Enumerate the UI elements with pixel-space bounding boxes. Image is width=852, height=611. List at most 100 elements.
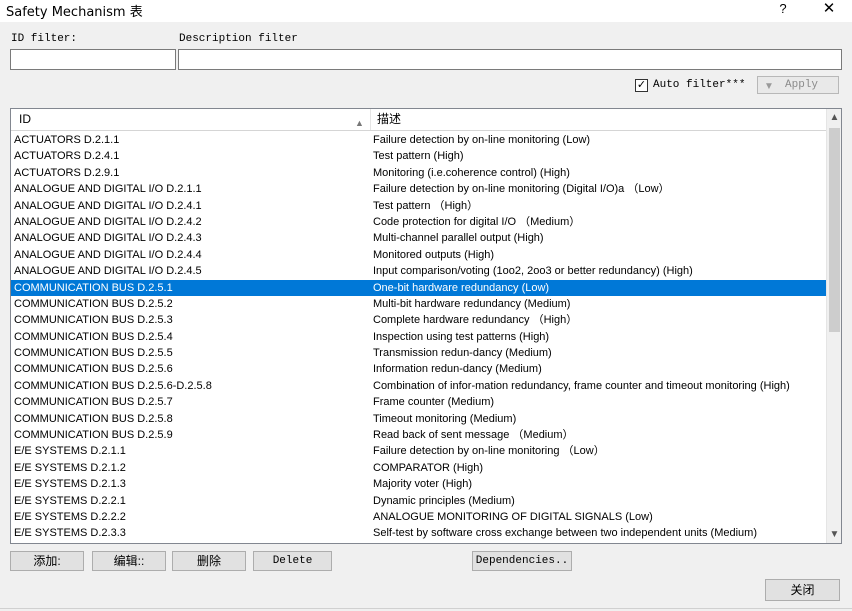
edit-button[interactable]: 编辑::: [92, 551, 166, 571]
table-row[interactable]: COMMUNICATION BUS D.2.5.9 Read back of se…: [11, 427, 826, 443]
scrollbar-thumb[interactable]: [829, 128, 840, 332]
add-button[interactable]: 添加:: [10, 551, 84, 571]
row-description-cell: Self-test by software cross exchange bet…: [373, 527, 757, 540]
table-row[interactable]: COMMUNICATION BUS D.2.5.6 Information red…: [11, 361, 826, 377]
row-id-cell: ACTUATORS D.2.4.1: [14, 150, 120, 163]
column-header-id[interactable]: ID ▲: [11, 109, 371, 130]
row-description-cell: COMPARATOR (High): [373, 461, 484, 474]
help-button[interactable]: ?: [769, 0, 797, 20]
row-description-cell: Combination of infor-mation redundancy, …: [373, 379, 790, 392]
delete-button[interactable]: Delete: [253, 551, 332, 571]
row-id-cell: ANALOGUE AND DIGITAL I/O D.2.4.1: [14, 199, 202, 212]
row-id-cell: COMMUNICATION BUS D.2.5.5: [14, 347, 173, 360]
row-id-cell: ANALOGUE AND DIGITAL I/O D.2.1.1: [14, 183, 202, 196]
row-id-cell: COMMUNICATION BUS D.2.5.2: [14, 297, 173, 310]
row-description-cell: Failure detection by on-line monitoring …: [373, 183, 670, 196]
row-description-cell: Read back of sent message （Medium）: [373, 429, 574, 442]
row-description-cell: Failure detection by on-line monitoring …: [373, 134, 591, 146]
table-row[interactable]: ANALOGUE AND DIGITAL I/O D.2.4.3 Multi-ch…: [11, 230, 826, 246]
window-title: Safety Mechanism 表: [6, 5, 143, 20]
close-icon[interactable]: ✕: [814, 0, 844, 20]
row-description-cell: Frame counter (Medium): [373, 396, 495, 409]
row-description-cell: Dynamic principles (Medium): [373, 494, 515, 507]
table-row[interactable]: ANALOGUE AND DIGITAL I/O D.2.4.1 Test pat…: [11, 198, 826, 214]
dependencies-button[interactable]: Dependencies..: [472, 551, 572, 571]
table-row[interactable]: ACTUATORS D.2.1.1 Failure detection by on…: [11, 132, 826, 148]
table-row[interactable]: COMMUNICATION BUS D.2.5.6-D.2.5.8 Combina…: [11, 378, 826, 394]
row-id-cell: COMMUNICATION BUS D.2.5.4: [14, 330, 173, 343]
row-description-cell: Input comparison/voting (1oo2, 2oo3 or b…: [373, 265, 693, 278]
row-id-cell: COMMUNICATION BUS D.2.5.7: [14, 396, 173, 409]
table-row[interactable]: COMMUNICATION BUS D.2.5.5 Transmission re…: [11, 345, 826, 361]
table-row[interactable]: E/E SYSTEMS D.2.1.3 Majority voter (High): [11, 476, 826, 492]
row-id-cell: ANALOGUE AND DIGITAL I/O D.2.4.2: [14, 215, 202, 228]
table-row[interactable]: ANALOGUE AND DIGITAL I/O D.2.1.1 Failure …: [11, 181, 826, 197]
table-row[interactable]: ACTUATORS D.2.9.1 Monitoring (i.e.coheren…: [11, 165, 826, 181]
row-id-cell: E/E SYSTEMS D.2.1.3: [14, 478, 126, 491]
table-row[interactable]: ANALOGUE AND DIGITAL I/O D.2.4.5 Input co…: [11, 263, 826, 279]
scroll-down-icon[interactable]: ▼: [827, 526, 841, 543]
row-description-cell: ANALOGUE MONITORING OF DIGITAL SIGNALS (…: [373, 510, 653, 523]
delete-cn-button[interactable]: 删除: [172, 551, 246, 571]
table-row[interactable]: COMMUNICATION BUS D.2.5.2 Multi-bit hardw…: [11, 296, 826, 312]
table-row[interactable]: E/E SYSTEMS D.2.1.1 Failure detection by …: [11, 443, 826, 459]
table-row[interactable]: ACTUATORS D.2.4.1 Test pattern (High): [11, 148, 826, 164]
row-id-cell: COMMUNICATION BUS D.2.5.9: [14, 429, 173, 442]
id-filter-label: ID filter:: [11, 33, 78, 45]
row-id-cell: ANALOGUE AND DIGITAL I/O D.2.4.3: [14, 232, 202, 245]
description-filter-input[interactable]: [178, 49, 842, 70]
column-header-id-label: ID: [19, 112, 31, 126]
auto-filter-checkbox[interactable]: ✓: [635, 79, 648, 92]
row-id-cell: E/E SYSTEMS D.2.2.2: [14, 510, 126, 523]
column-header-description[interactable]: 描述: [371, 109, 826, 130]
vertical-scrollbar[interactable]: ▲ ▼: [826, 109, 841, 543]
scroll-up-icon[interactable]: ▲: [827, 109, 841, 126]
table-row[interactable]: E/E SYSTEMS D.2.2.1 Dynamic principles (M…: [11, 493, 826, 509]
row-id-cell: COMMUNICATION BUS D.2.5.3: [14, 314, 173, 327]
table-header: ID ▲ 描述: [11, 109, 826, 131]
row-description-cell: Failure detection by on-line monitoring …: [373, 445, 605, 458]
row-description-cell: Majority voter (High): [373, 478, 473, 491]
row-id-cell: COMMUNICATION BUS D.2.5.6-D.2.5.8: [14, 379, 212, 392]
column-header-description-label: 描述: [377, 112, 402, 126]
row-description-cell: Test pattern (High): [373, 150, 464, 163]
row-description-cell: Multi-channel parallel output (High): [373, 232, 544, 245]
row-id-cell: COMMUNICATION BUS D.2.5.8: [14, 412, 173, 425]
sort-ascending-icon: ▲: [355, 118, 364, 128]
table-row[interactable]: COMMUNICATION BUS D.2.5.1 One-bit hardwar…: [11, 279, 826, 296]
row-description-cell: One-bit hardware redundancy (Low): [373, 281, 550, 294]
description-filter-label: Description filter: [179, 33, 298, 45]
window-bottom-border: [0, 608, 852, 609]
close-button[interactable]: 关闭: [765, 579, 840, 601]
table-row[interactable]: E/E SYSTEMS D.2.1.2 COMPARATOR (High): [11, 460, 826, 476]
row-id-cell: COMMUNICATION BUS D.2.5.6: [14, 363, 173, 376]
row-description-cell: Information redun-dancy (Medium): [373, 363, 542, 376]
row-id-cell: ACTUATORS D.2.9.1: [14, 166, 120, 179]
table-row[interactable]: COMMUNICATION BUS D.2.5.4 Inspection usin…: [11, 329, 826, 345]
row-description-cell: Monitoring (i.e.coherence control) (High…: [373, 166, 570, 179]
id-filter-input[interactable]: [10, 49, 176, 70]
row-description-cell: Inspection using test patterns (High): [373, 330, 550, 343]
row-id-cell: E/E SYSTEMS D.2.1.1: [14, 445, 126, 458]
table-row[interactable]: E/E SYSTEMS D.2.2.2 ANALOGUE MONITORING O…: [11, 509, 826, 525]
row-id-cell: E/E SYSTEMS D.2.3.3: [14, 527, 126, 540]
table-row[interactable]: ANALOGUE AND DIGITAL I/O D.2.4.4 Monitore…: [11, 247, 826, 263]
table-row[interactable]: COMMUNICATION BUS D.2.5.3 Complete hardwa…: [11, 312, 826, 328]
row-id-cell: E/E SYSTEMS D.2.2.1: [14, 494, 126, 507]
table-row[interactable]: COMMUNICATION BUS D.2.5.7 Frame counter (…: [11, 394, 826, 410]
row-description-cell: Test pattern （High）: [373, 199, 479, 212]
table-row[interactable]: COMMUNICATION BUS D.2.5.8 Timeout monitor…: [11, 411, 826, 427]
row-id-cell: ACTUATORS D.2.1.1: [14, 134, 120, 146]
chevron-down-icon: ▼: [764, 81, 774, 92]
row-description-cell: Timeout monitoring (Medium): [373, 412, 517, 425]
row-id-cell: COMMUNICATION BUS D.2.5.1: [14, 281, 173, 294]
row-id-cell: ANALOGUE AND DIGITAL I/O D.2.4.4: [14, 248, 202, 261]
row-id-cell: ANALOGUE AND DIGITAL I/O D.2.4.5: [14, 265, 202, 278]
row-description-cell: Monitored outputs (High): [373, 248, 495, 261]
title-bar: Safety Mechanism 表 ? ✕: [0, 0, 852, 22]
row-id-cell: E/E SYSTEMS D.2.1.2: [14, 461, 126, 474]
table-row[interactable]: E/E SYSTEMS D.2.3.3 Self-test by software…: [11, 525, 826, 541]
table-row[interactable]: ANALOGUE AND DIGITAL I/O D.2.4.2 Code pro…: [11, 214, 826, 230]
apply-button[interactable]: ▼ Apply: [757, 76, 839, 94]
apply-button-label: Apply: [785, 79, 819, 91]
